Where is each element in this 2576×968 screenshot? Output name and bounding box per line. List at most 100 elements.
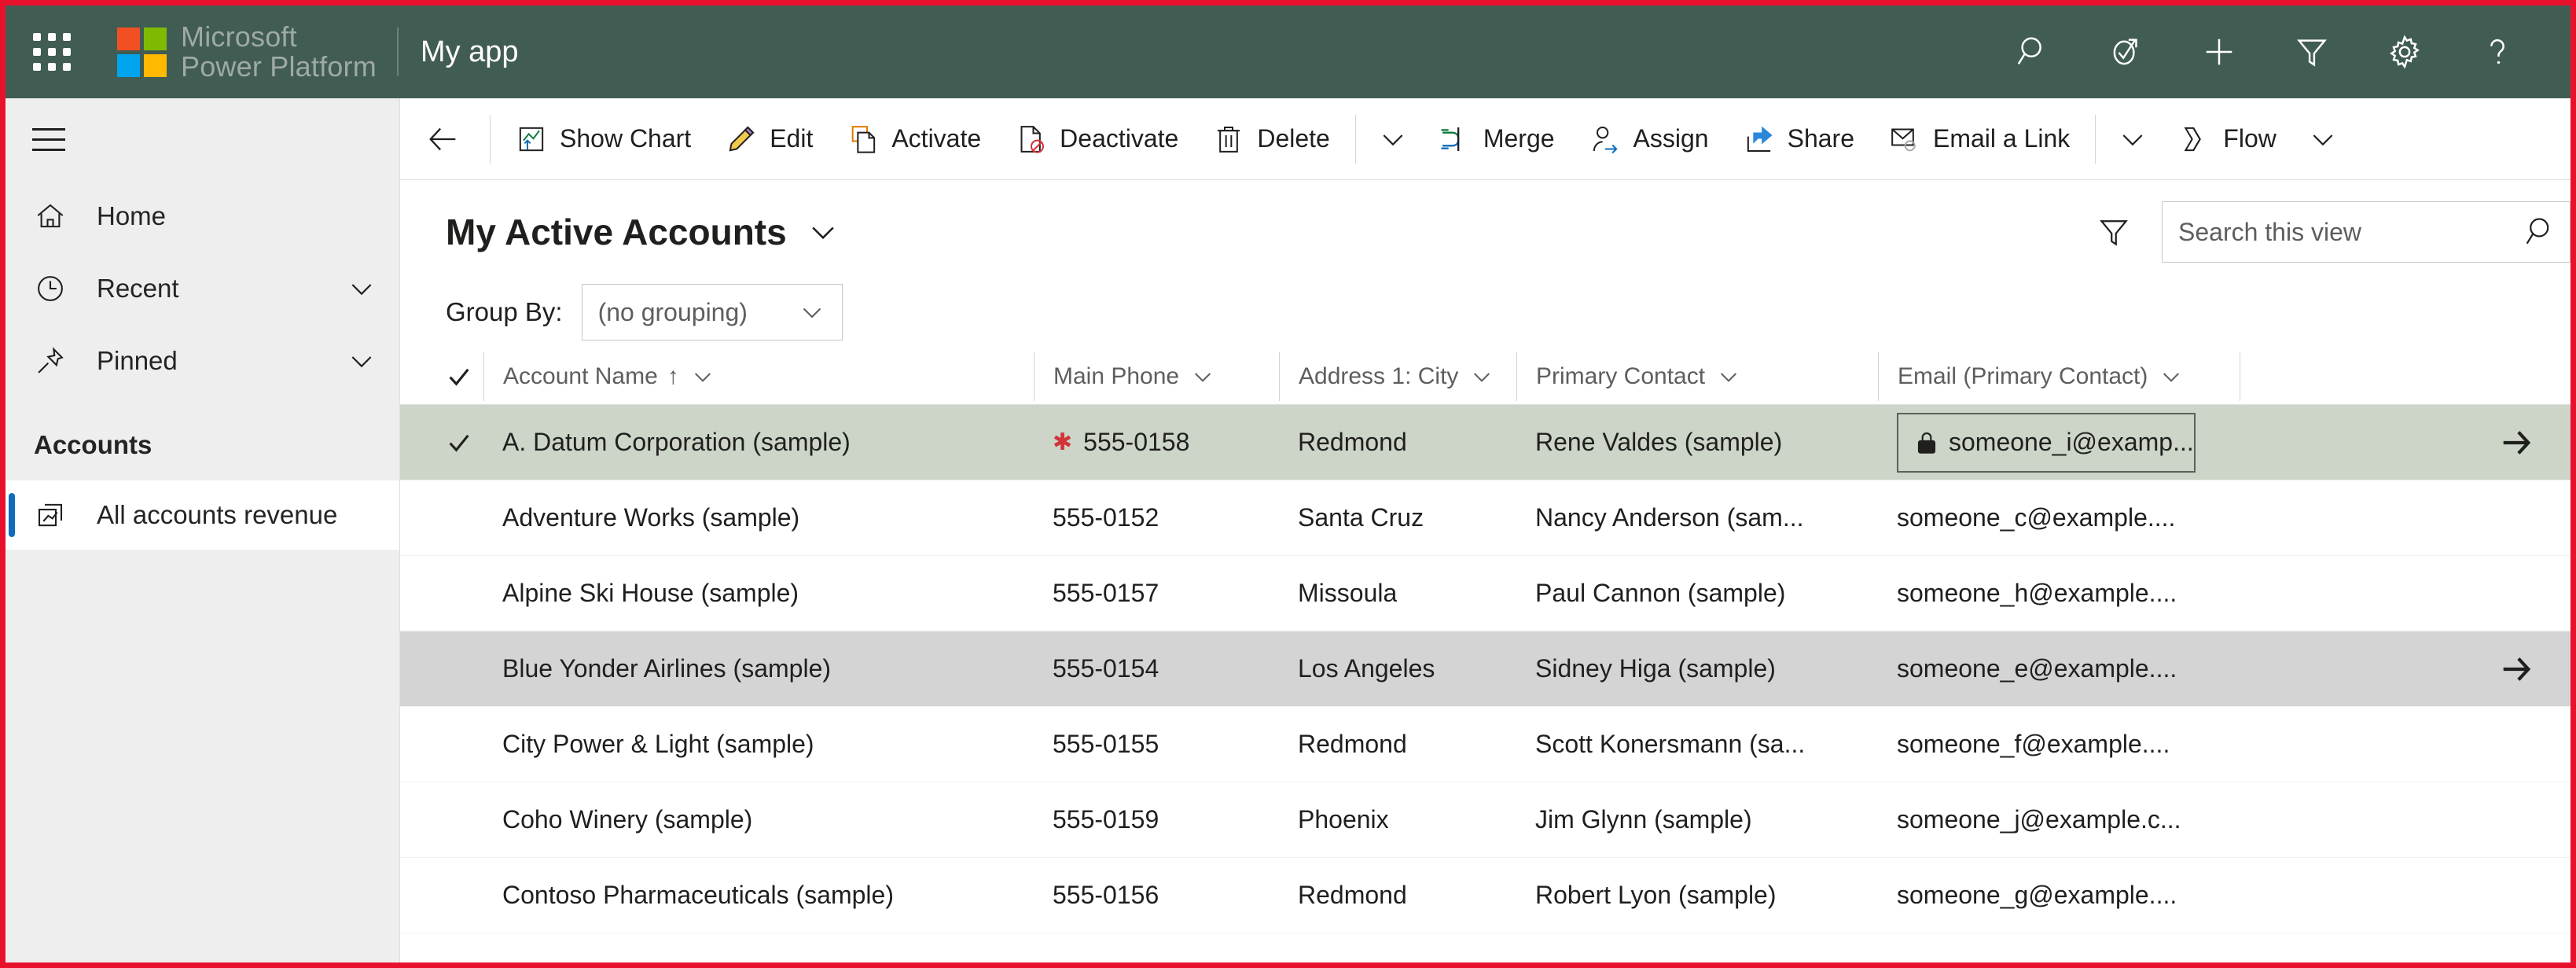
plus-icon[interactable] (2173, 6, 2265, 98)
cell-address-1-city[interactable]: Redmond (1279, 858, 1516, 933)
gear-icon[interactable] (2358, 6, 2451, 98)
cell-address-1-city[interactable]: Los Angeles (1279, 631, 1516, 707)
chevron-down-icon[interactable] (1190, 364, 1215, 389)
row-checkmark-icon[interactable] (446, 429, 483, 456)
cell-main-phone[interactable]: 555-0156 (1034, 858, 1279, 933)
view-header: My Active Accounts (400, 188, 2570, 276)
cell-account-name[interactable]: Contoso Pharmaceuticals (sample) (483, 858, 1034, 933)
chevron-down-icon[interactable] (1469, 364, 1494, 389)
column-header-email-primary-contact[interactable]: Email (Primary Contact) (1878, 351, 2240, 401)
email-a-link-button[interactable]: Email a Link (1872, 98, 2087, 180)
delete-button[interactable]: Delete (1196, 98, 1347, 180)
cell-email-primary-contact[interactable]: someone_g@example.... (1878, 858, 2240, 933)
cell-address-1-city[interactable]: Redmond (1279, 405, 1516, 480)
back-arrow-icon[interactable] (405, 98, 482, 180)
table-row[interactable]: Coho Winery (sample) 555-0159 Phoenix Ji… (400, 782, 2570, 858)
cell-account-name[interactable]: Adventure Works (sample) (483, 480, 1034, 556)
cell-email-primary-contact[interactable]: someone_i@examp... (1878, 405, 2240, 480)
pin-icon (34, 344, 75, 377)
cell-main-phone[interactable]: 555-0152 (1034, 480, 1279, 556)
focused-cell-outline[interactable]: someone_i@examp... (1897, 412, 2196, 473)
filter-icon[interactable] (2265, 6, 2358, 98)
cell-text: someone_g@example.... (1897, 881, 2177, 909)
chevron-down-icon[interactable] (1716, 364, 1741, 389)
open-record-arrow-icon[interactable] (2498, 425, 2570, 461)
show-chart-button[interactable]: Show Chart (498, 98, 708, 180)
cell-account-name[interactable]: Alpine Ski House (sample) (483, 556, 1034, 631)
view-filter-icon[interactable] (2078, 197, 2149, 267)
column-header-main-phone[interactable]: Main Phone (1034, 351, 1279, 401)
cell-email-primary-contact[interactable]: someone_h@example.... (1878, 556, 2240, 631)
view-selector-chevron-down-icon[interactable] (806, 215, 840, 249)
cell-account-name[interactable]: A. Datum Corporation (sample) (483, 405, 1034, 480)
pencil-edit-icon (726, 123, 757, 155)
cell-main-phone[interactable]: ✱ 555-0158 (1034, 405, 1279, 480)
cell-primary-contact[interactable]: Rene Valdes (sample) (1516, 405, 1878, 480)
cell-primary-contact[interactable]: Jim Glynn (sample) (1516, 782, 1878, 858)
cell-address-1-city[interactable]: Santa Cruz (1279, 480, 1516, 556)
hamburger-menu-icon[interactable] (6, 98, 399, 180)
search-input[interactable] (2163, 217, 2524, 247)
cell-account-name[interactable]: City Power & Light (sample) (483, 707, 1034, 782)
deactivate-document-icon (1016, 123, 1047, 155)
cell-primary-contact[interactable]: Scott Konersmann (sa... (1516, 707, 1878, 782)
cell-email-primary-contact[interactable]: someone_j@example.c... (1878, 782, 2240, 858)
cell-text: someone_j@example.c... (1897, 805, 2181, 834)
cell-primary-contact[interactable]: Paul Cannon (sample) (1516, 556, 1878, 631)
cell-email-primary-contact[interactable]: someone_c@example.... (1878, 480, 2240, 556)
table-row[interactable]: Blue Yonder Airlines (sample) 555-0154 L… (400, 631, 2570, 707)
cell-main-phone[interactable]: 555-0159 (1034, 782, 1279, 858)
chevron-down-icon[interactable] (690, 364, 715, 389)
table-row[interactable]: A. Datum Corporation (sample) ✱ 555-0158… (400, 405, 2570, 480)
edit-button[interactable]: Edit (708, 98, 830, 180)
assign-button[interactable]: Assign (1572, 98, 1726, 180)
column-header-primary-contact[interactable]: Primary Contact (1516, 351, 1878, 401)
flow-button[interactable]: Flow (2162, 98, 2294, 180)
table-row[interactable]: Contoso Pharmaceuticals (sample) 555-015… (400, 858, 2570, 933)
help-question-icon[interactable] (2451, 6, 2544, 98)
table-row[interactable]: Adventure Works (sample) 555-0152 Santa … (400, 480, 2570, 556)
sidebar-item-recent[interactable]: Recent (6, 252, 399, 325)
command-overflow2-chevron-down-icon[interactable] (2104, 98, 2162, 180)
app-launcher-waffle-icon[interactable] (6, 6, 98, 98)
column-header-account-name[interactable]: Account Name ↑ (483, 351, 1034, 401)
sidebar-item-home[interactable]: Home (6, 180, 399, 252)
search-view-box[interactable] (2162, 201, 2570, 263)
open-record-arrow-icon[interactable] (2498, 651, 2570, 687)
microsoft-power-platform-logo[interactable]: Microsoft Power Platform (117, 22, 377, 82)
cell-primary-contact[interactable]: Sidney Higa (sample) (1516, 631, 1878, 707)
merge-button[interactable]: Merge (1422, 98, 1572, 180)
cell-account-name[interactable]: Coho Winery (sample) (483, 782, 1034, 858)
search-icon[interactable] (2524, 215, 2570, 249)
cell-address-1-city[interactable]: Phoenix (1279, 782, 1516, 858)
cell-email-primary-contact[interactable]: someone_e@example.... (1878, 631, 2240, 707)
cell-account-name[interactable]: Blue Yonder Airlines (sample) (483, 631, 1034, 707)
table-row[interactable]: City Power & Light (sample) 555-0155 Red… (400, 707, 2570, 782)
chevron-down-icon[interactable] (346, 273, 377, 304)
cell-primary-contact[interactable]: Robert Lyon (sample) (1516, 858, 1878, 933)
group-by-select[interactable]: (no grouping) (581, 284, 843, 340)
cell-main-phone[interactable]: 555-0154 (1034, 631, 1279, 707)
share-button[interactable]: Share (1726, 98, 1872, 180)
chevron-down-icon[interactable] (346, 345, 377, 377)
chevron-down-icon[interactable] (2159, 364, 2184, 389)
select-all-checkmark-icon[interactable] (446, 363, 483, 390)
command-label: Activate (891, 124, 982, 153)
cell-main-phone[interactable]: 555-0157 (1034, 556, 1279, 631)
cell-email-primary-contact[interactable]: someone_f@example.... (1878, 707, 2240, 782)
deactivate-button[interactable]: Deactivate (998, 98, 1196, 180)
command-overflow-chevron-down-icon[interactable] (1364, 98, 1422, 180)
sidebar-item-pinned[interactable]: Pinned (6, 325, 399, 397)
cell-main-phone[interactable]: 555-0155 (1034, 707, 1279, 782)
relationship-assistant-icon[interactable] (2080, 6, 2173, 98)
flow-chevron-down-icon[interactable] (2294, 98, 2352, 180)
activate-button[interactable]: Activate (830, 98, 998, 180)
cell-address-1-city[interactable]: Redmond (1279, 707, 1516, 782)
table-row[interactable]: Alpine Ski House (sample) 555-0157 Misso… (400, 556, 2570, 631)
cell-address-1-city[interactable]: Missoula (1279, 556, 1516, 631)
cell-primary-contact[interactable]: Nancy Anderson (sam... (1516, 480, 1878, 556)
column-header-address-1-city[interactable]: Address 1: City (1279, 351, 1516, 401)
accounts-grid: Account Name ↑ Main Phone Address 1: Cit… (400, 348, 2570, 962)
sidebar-item-all-accounts-revenue[interactable]: All accounts revenue (6, 480, 399, 550)
search-icon[interactable] (1987, 6, 2080, 98)
